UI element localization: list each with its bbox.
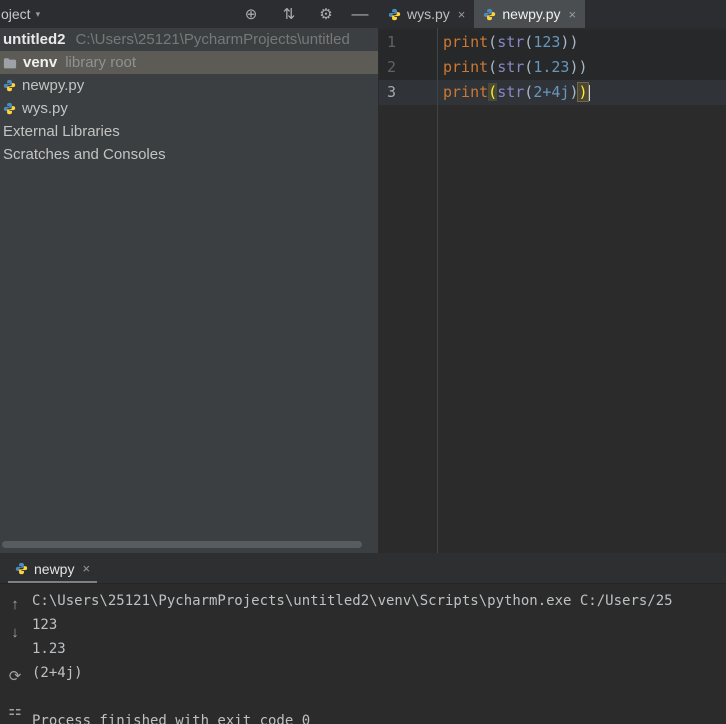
line-number: 2 bbox=[387, 58, 397, 76]
soft-wrap-icon[interactable]: ⚏ bbox=[5, 700, 25, 720]
console-line: Process finished with exit code 0 bbox=[32, 713, 311, 724]
code-text: print(str(1.23)) bbox=[443, 58, 588, 76]
gutter-separator bbox=[437, 28, 438, 553]
code-line-2: 2 print(str(1.23)) bbox=[379, 55, 726, 80]
text-caret bbox=[587, 84, 590, 101]
top-toolbar: oject ▾ ⊕ ⇅ ⚙ — wys.py × newpy.py × bbox=[0, 0, 726, 29]
scroll-down-icon[interactable]: ↓ bbox=[5, 622, 25, 642]
console-output[interactable]: C:\Users\25121\PycharmProjects\untitled2… bbox=[32, 584, 726, 724]
tree-item-wys[interactable]: wys.py bbox=[0, 97, 378, 120]
python-file-icon bbox=[3, 102, 16, 115]
close-icon[interactable]: × bbox=[82, 561, 90, 576]
line-number: 3 bbox=[387, 83, 397, 101]
project-dropdown[interactable]: oject ▾ bbox=[0, 0, 40, 28]
tree-item-label: newpy.py bbox=[22, 77, 85, 94]
horizontal-scrollbar[interactable] bbox=[2, 541, 362, 548]
python-file-icon bbox=[483, 8, 496, 21]
python-file-icon bbox=[15, 562, 28, 575]
line-number: 1 bbox=[387, 33, 397, 51]
python-file-icon bbox=[3, 79, 16, 92]
tree-item-label: wys.py bbox=[22, 100, 68, 117]
console-toolbar: ↑ ↓ ⟳ ⚏ bbox=[0, 584, 28, 724]
tab-label: newpy.py bbox=[502, 6, 561, 22]
python-file-icon bbox=[388, 8, 401, 21]
gear-icon[interactable]: ⚙ bbox=[313, 0, 339, 28]
console-line: (2+4j) bbox=[32, 665, 83, 681]
project-tool-window: untitled2 C:\Users\25121\PycharmProjects… bbox=[0, 28, 378, 553]
tree-item-suffix: library root bbox=[65, 54, 137, 71]
run-tab-bar: newpy × bbox=[0, 553, 726, 584]
tree-item-scratches[interactable]: Scratches and Consoles bbox=[0, 143, 378, 166]
run-tab-label: newpy bbox=[34, 560, 75, 577]
tree-item-external-libraries[interactable]: External Libraries bbox=[0, 120, 378, 143]
tree-item-label: Scratches and Consoles bbox=[3, 146, 166, 163]
tree-item-newpy[interactable]: newpy.py bbox=[0, 74, 378, 97]
tree-item-venv[interactable]: venv library root bbox=[0, 51, 378, 74]
project-dropdown-label: oject bbox=[1, 6, 31, 22]
code-line-3-current: 3 print(str(2+4j)) bbox=[379, 80, 726, 105]
close-icon[interactable]: × bbox=[458, 7, 466, 22]
tab-wys-py[interactable]: wys.py × bbox=[379, 0, 474, 28]
project-root-path: C:\Users\25121\PycharmProjects\untitled bbox=[75, 31, 350, 48]
console-line: C:\Users\25121\PycharmProjects\untitled2… bbox=[32, 593, 673, 609]
code-line-1: 1 print(str(123)) bbox=[379, 30, 726, 55]
project-root-name: untitled2 bbox=[3, 31, 66, 48]
folder-icon bbox=[3, 57, 17, 69]
tab-newpy-py[interactable]: newpy.py × bbox=[474, 0, 586, 28]
tree-item-root[interactable]: untitled2 C:\Users\25121\PycharmProjects… bbox=[0, 28, 378, 51]
chevron-down-icon: ▾ bbox=[35, 8, 41, 19]
editor-tab-bar: wys.py × newpy.py × bbox=[379, 0, 586, 28]
close-icon[interactable]: × bbox=[569, 7, 577, 22]
tree-item-label: External Libraries bbox=[3, 123, 120, 140]
run-tool-window: newpy × ↑ ↓ ⟳ ⚏ C:\Users\25121\PycharmPr… bbox=[0, 553, 726, 724]
code-editor[interactable]: 1 print(str(123)) 2 print(str(1.23)) 3 prin… bbox=[379, 28, 726, 553]
code-text: print(str(2+4j)) bbox=[443, 82, 590, 102]
code-text: print(str(123)) bbox=[443, 33, 579, 51]
divider-icon[interactable]: ⇅ bbox=[276, 0, 302, 28]
minimize-icon[interactable]: — bbox=[347, 0, 373, 28]
tree-item-label: venv bbox=[23, 54, 58, 71]
run-tab-newpy[interactable]: newpy × bbox=[8, 556, 98, 583]
console-line: 123 bbox=[32, 617, 58, 633]
scroll-up-icon[interactable]: ↑ bbox=[5, 594, 25, 614]
console-line: 1.23 bbox=[32, 641, 66, 657]
tab-label: wys.py bbox=[407, 6, 450, 22]
rerun-icon[interactable]: ⟳ bbox=[5, 666, 25, 686]
globe-icon[interactable]: ⊕ bbox=[238, 0, 264, 28]
